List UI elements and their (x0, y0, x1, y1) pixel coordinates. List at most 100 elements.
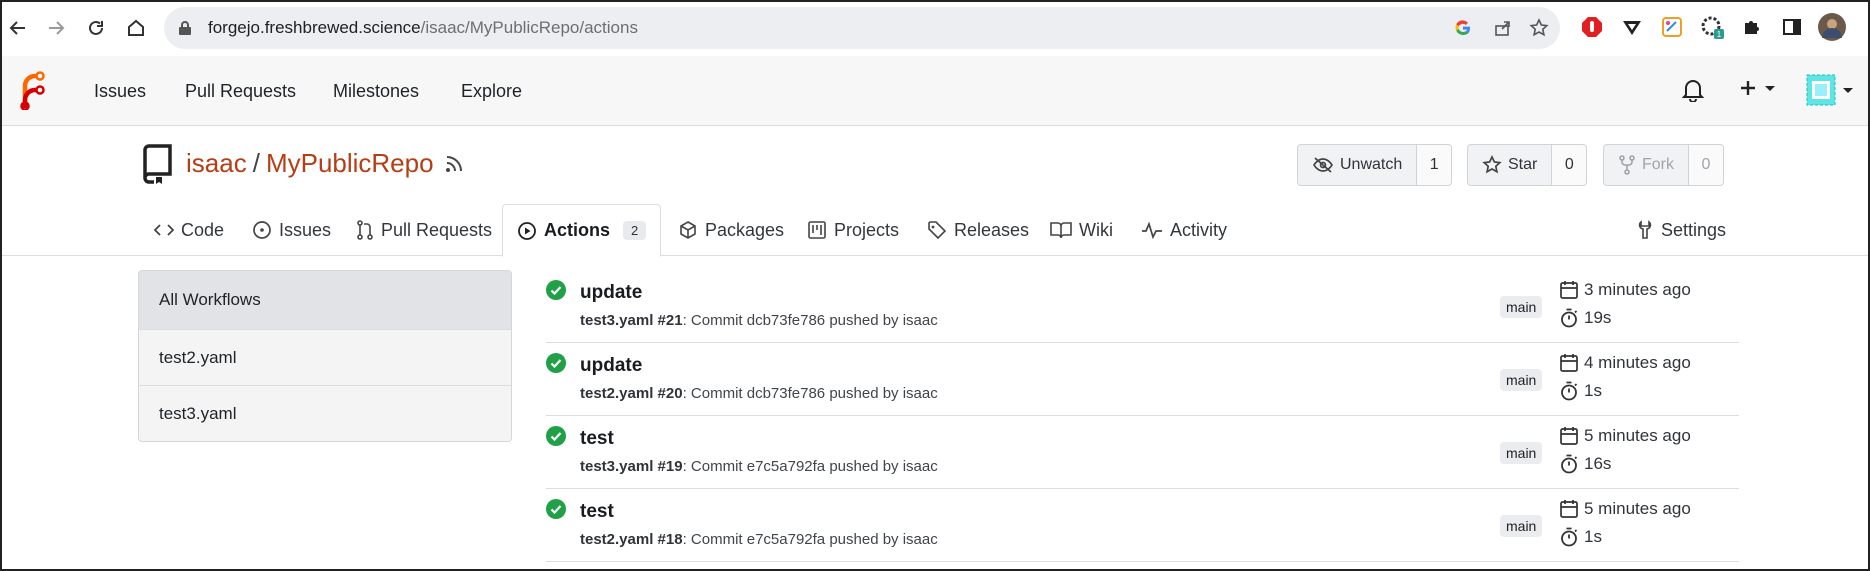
repo-owner-link[interactable]: isaac (186, 148, 247, 178)
repo-name-link[interactable]: MyPublicRepo (266, 148, 434, 178)
lock-icon (179, 21, 191, 35)
star-button[interactable]: Star (1468, 145, 1553, 185)
run-duration: 1s (1560, 527, 1602, 547)
tab-settings[interactable]: Settings (1636, 204, 1726, 256)
nav-pull-requests[interactable]: Pull Requests (185, 81, 296, 102)
run-row[interactable]: update test3.yaml #21: Commit dcb73fe786… (546, 270, 1739, 343)
create-new-button[interactable] (1738, 78, 1778, 98)
sidebar-item-all-workflows[interactable]: All Workflows (139, 271, 511, 329)
watch-button-group: Unwatch 1 (1297, 144, 1453, 186)
google-icon[interactable] (1452, 17, 1474, 39)
branch-badge[interactable]: main (1500, 296, 1543, 318)
bell-icon (1682, 80, 1704, 102)
url-text: forgejo.freshbrewed.science/isaac/MyPubl… (208, 18, 638, 38)
run-when: 5 minutes ago (1584, 499, 1691, 518)
run-row[interactable]: test test2.yaml #18: Commit e7c5a792fa p… (546, 489, 1739, 562)
run-title[interactable]: test (580, 428, 614, 450)
tab-issues-label: Issues (279, 219, 332, 240)
reload-button[interactable] (82, 14, 110, 42)
run-detail: : Commit e7c5a792fa pushed by isaac (682, 458, 938, 475)
nav-issues[interactable]: Issues (94, 81, 146, 102)
address-bar[interactable]: forgejo.freshbrewed.science/isaac/MyPubl… (164, 7, 1560, 49)
run-duration-value: 1s (1584, 381, 1602, 400)
back-button[interactable] (4, 14, 32, 42)
run-row[interactable]: update test2.yaml #20: Commit dcb73fe786… (546, 343, 1739, 416)
git-pull-request-icon (357, 220, 373, 240)
tab-packages-label: Packages (705, 219, 785, 240)
run-title[interactable]: test (580, 501, 614, 523)
calendar-icon (1560, 281, 1578, 299)
tools-icon (1638, 220, 1652, 239)
run-row[interactable]: test test3.yaml #19: Commit e7c5a792fa p… (546, 416, 1739, 489)
run-workflow: test2.yaml #18 (580, 531, 683, 548)
vimeo-extension-icon[interactable] (1620, 15, 1644, 39)
repo-icon (140, 144, 174, 184)
run-duration: 1s (1560, 381, 1602, 401)
arrow-right-icon (49, 21, 65, 35)
user-avatar-icon (1806, 74, 1836, 106)
tab-packages[interactable]: Packages (678, 204, 784, 256)
run-duration-value: 16s (1584, 454, 1612, 473)
side-panel-icon[interactable] (1780, 15, 1804, 39)
tab-actions[interactable]: Actions 2 (502, 204, 662, 257)
repo-header: isaac / MyPublicRepo Unwatch 1 Star 0 Fork… (0, 126, 1870, 257)
tab-pull-requests[interactable]: Pull Requests (356, 204, 492, 256)
branch-badge[interactable]: main (1500, 442, 1543, 464)
sidebar-item-test3-yaml[interactable]: test3.yaml (139, 385, 511, 441)
unwatch-label: Unwatch (1340, 156, 1403, 173)
run-time: 5 minutes ago (1560, 499, 1691, 519)
sidebar-item-test2-yaml[interactable]: test2.yaml (139, 329, 511, 385)
home-button[interactable] (122, 14, 150, 42)
forward-button[interactable] (42, 14, 70, 42)
adblock-extension-icon[interactable] (1580, 15, 1604, 39)
run-when: 5 minutes ago (1584, 426, 1691, 445)
loading-extension-icon[interactable]: 1 (1700, 15, 1724, 39)
check-circle-icon (546, 353, 566, 373)
url-host: forgejo.freshbrewed.science (208, 18, 421, 37)
tab-releases[interactable]: Releases (927, 204, 1029, 256)
fork-button[interactable]: Fork (1604, 145, 1689, 185)
puzzle-icon[interactable] (1740, 15, 1764, 39)
tab-code[interactable]: Code (154, 204, 224, 256)
branch-badge[interactable]: main (1500, 515, 1543, 537)
tab-activity[interactable]: Activity (1141, 204, 1227, 256)
bookmark-star-icon[interactable] (1528, 17, 1550, 39)
unwatch-button[interactable]: Unwatch (1298, 145, 1418, 185)
workflow-sidebar: All Workflows test2.yaml test3.yaml (138, 270, 512, 442)
run-detail: : Commit e7c5a792fa pushed by isaac (682, 531, 938, 548)
notifications-button[interactable] (1682, 78, 1704, 102)
color-picker-extension-icon[interactable] (1660, 15, 1684, 39)
fork-icon (1619, 155, 1635, 175)
extension-badge: 1 (1717, 30, 1722, 39)
tab-code-label: Code (181, 219, 225, 240)
run-time: 4 minutes ago (1560, 353, 1691, 373)
project-icon (808, 221, 826, 239)
tab-wiki-label: Wiki (1079, 219, 1113, 240)
stopwatch-icon (1561, 308, 1578, 328)
tab-activity-label: Activity (1170, 219, 1228, 240)
tab-wiki[interactable]: Wiki (1050, 204, 1113, 256)
run-time: 3 minutes ago (1560, 280, 1691, 300)
branch-badge[interactable]: main (1500, 369, 1543, 391)
nav-milestones[interactable]: Milestones (333, 81, 419, 102)
run-title[interactable]: update (580, 355, 642, 377)
forgejo-logo-icon[interactable] (16, 70, 46, 110)
run-meta: test3.yaml #21: Commit dcb73fe786 pushed… (580, 312, 938, 329)
user-menu-button[interactable] (1806, 74, 1856, 106)
run-meta: test3.yaml #19: Commit e7c5a792fa pushed… (580, 458, 938, 475)
profile-avatar[interactable] (1818, 13, 1846, 41)
run-meta: test2.yaml #18: Commit e7c5a792fa pushed… (580, 531, 938, 548)
star-count[interactable]: 0 (1552, 145, 1587, 185)
run-workflow: test3.yaml #19 (580, 458, 683, 475)
run-duration-value: 19s (1584, 308, 1612, 327)
plus-icon (1741, 81, 1755, 95)
run-title[interactable]: update (580, 282, 642, 304)
share-icon[interactable] (1492, 17, 1514, 39)
watch-count[interactable]: 1 (1417, 145, 1452, 185)
nav-explore[interactable]: Explore (461, 81, 522, 102)
fork-label: Fork (1642, 156, 1674, 173)
tab-issues[interactable]: Issues (252, 204, 331, 256)
fork-count[interactable]: 0 (1689, 145, 1723, 185)
rss-feed-icon[interactable] (444, 154, 464, 174)
tab-projects[interactable]: Projects (807, 204, 899, 256)
